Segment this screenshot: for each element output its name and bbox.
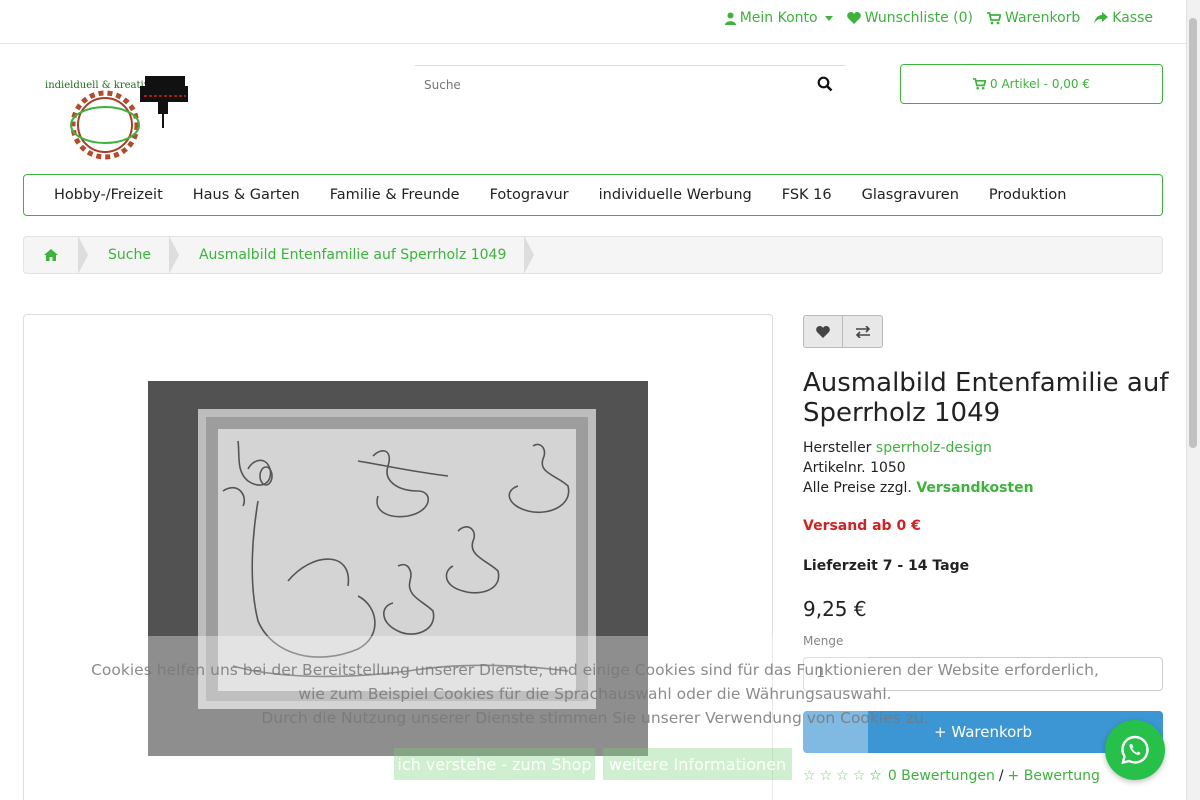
main-navigation: Hobby-/Freizeit Haus & Garten Familie & … (23, 174, 1163, 216)
my-account-label: Mein Konto (739, 10, 818, 26)
sku-label: Artikelnr. (803, 460, 866, 476)
heart-icon (846, 12, 861, 24)
page-scrollbar[interactable] (1186, 0, 1200, 800)
chevron-down-icon (824, 15, 833, 21)
nav-item-haus-garten[interactable]: Haus & Garten (178, 187, 315, 203)
breadcrumb: Suche Ausmalbild Entenfamilie auf Sperrh… (23, 236, 1163, 274)
top-bar: Mein Konto Wunschliste (0) Warenkorb Kas… (0, 0, 1186, 44)
sku-value: 1050 (870, 460, 906, 476)
share-arrow-icon (1094, 12, 1109, 24)
search-icon (817, 76, 833, 92)
manufacturer-link[interactable]: sperrholz-design (876, 440, 992, 456)
shipping-costs-link[interactable]: Versandkosten (916, 480, 1033, 496)
heart-icon (816, 325, 830, 338)
nav-item-hobby[interactable]: Hobby-/Freizeit (39, 187, 178, 203)
exchange-icon (855, 325, 870, 338)
breadcrumb-home[interactable] (24, 236, 88, 274)
nav-item-produktion[interactable]: Produktion (974, 187, 1082, 203)
add-to-wishlist-button[interactable] (803, 315, 843, 348)
breadcrumb-product[interactable]: Ausmalbild Entenfamilie auf Sperrholz 10… (169, 236, 535, 274)
prices-note: Alle Preise zzgl. (803, 480, 912, 496)
sku-row: Artikelnr. 1050 (803, 458, 1034, 478)
cookie-text-line3: Durch die Nutzung unserer Dienste stimme… (261, 709, 929, 727)
manufacturer-label: Hersteller (803, 440, 872, 456)
reviews-count-link[interactable]: 0 Bewertungen (888, 768, 995, 784)
cart-icon (987, 11, 1001, 24)
header-cart-button[interactable]: 0 Artikel - 0,00 € (900, 64, 1163, 104)
checkout-link[interactable]: Kasse (1094, 10, 1153, 26)
header-cart-label: 0 Artikel - 0,00 € (990, 77, 1090, 91)
user-icon (724, 12, 736, 25)
product-info: Hersteller sperrholz-design Artikelnr. 1… (803, 438, 1034, 498)
nav-item-fsk16[interactable]: FSK 16 (767, 187, 847, 203)
prices-note-row: Alle Preise zzgl. Versandkosten (803, 478, 1034, 498)
nav-item-glasgravuren[interactable]: Glasgravuren (847, 187, 974, 203)
top-links: Mein Konto Wunschliste (0) Warenkorb Kas… (724, 10, 1153, 26)
product-action-buttons (803, 315, 883, 348)
wishlist-label: Wunschliste (0) (864, 10, 973, 26)
gear-logo-icon (70, 76, 188, 160)
manufacturer-row: Hersteller sperrholz-design (803, 438, 1034, 458)
wishlist-link[interactable]: Wunschliste (0) (846, 10, 973, 26)
product-price: 9,25 € (803, 597, 867, 621)
home-icon (44, 249, 58, 261)
search-input[interactable] (415, 66, 785, 104)
nav-item-familie-freunde[interactable]: Familie & Freunde (315, 187, 475, 203)
cookie-accept-button[interactable]: ich verstehe - zum Shop (394, 748, 595, 780)
cookie-banner-text: Cookies helfen uns bei der Bereitstellun… (90, 658, 1100, 730)
cookie-more-info-button[interactable]: weitere Informationen (603, 748, 792, 780)
scrollbar-thumb[interactable] (1189, 18, 1197, 448)
nav-item-fotogravur[interactable]: Fotogravur (475, 187, 584, 203)
delivery-time: Lieferzeit 7 - 14 Tage (803, 558, 970, 574)
cookie-text-line1: Cookies helfen uns bei der Bereitstellun… (91, 661, 1099, 679)
breadcrumb-search[interactable]: Suche (78, 236, 179, 274)
cart-icon (973, 78, 986, 90)
shop-logo[interactable]: indielduell & kreativ (40, 70, 190, 160)
cart-link[interactable]: Warenkorb (987, 10, 1080, 26)
search-button[interactable] (817, 76, 837, 96)
nav-item-individuelle-werbung[interactable]: individuelle Werbung (584, 187, 767, 203)
add-review-link[interactable]: + Bewertung (1008, 768, 1100, 784)
product-title: Ausmalbild Entenfamilie auf Sperrholz 10… (803, 368, 1169, 428)
cart-label: Warenkorb (1005, 10, 1081, 26)
cookie-text-line2: wie zum Beispiel Cookies für die Spracha… (298, 685, 892, 703)
search-bar (415, 65, 845, 105)
compare-button[interactable] (843, 315, 883, 348)
whatsapp-chat-button[interactable] (1105, 720, 1165, 780)
whatsapp-icon (1121, 735, 1149, 765)
star-icon: ☆ (869, 768, 882, 784)
my-account-link[interactable]: Mein Konto (724, 10, 833, 26)
shipping-from: Versand ab 0 € (803, 518, 921, 534)
checkout-label: Kasse (1112, 10, 1153, 26)
reviews-separator: / (998, 768, 1004, 784)
